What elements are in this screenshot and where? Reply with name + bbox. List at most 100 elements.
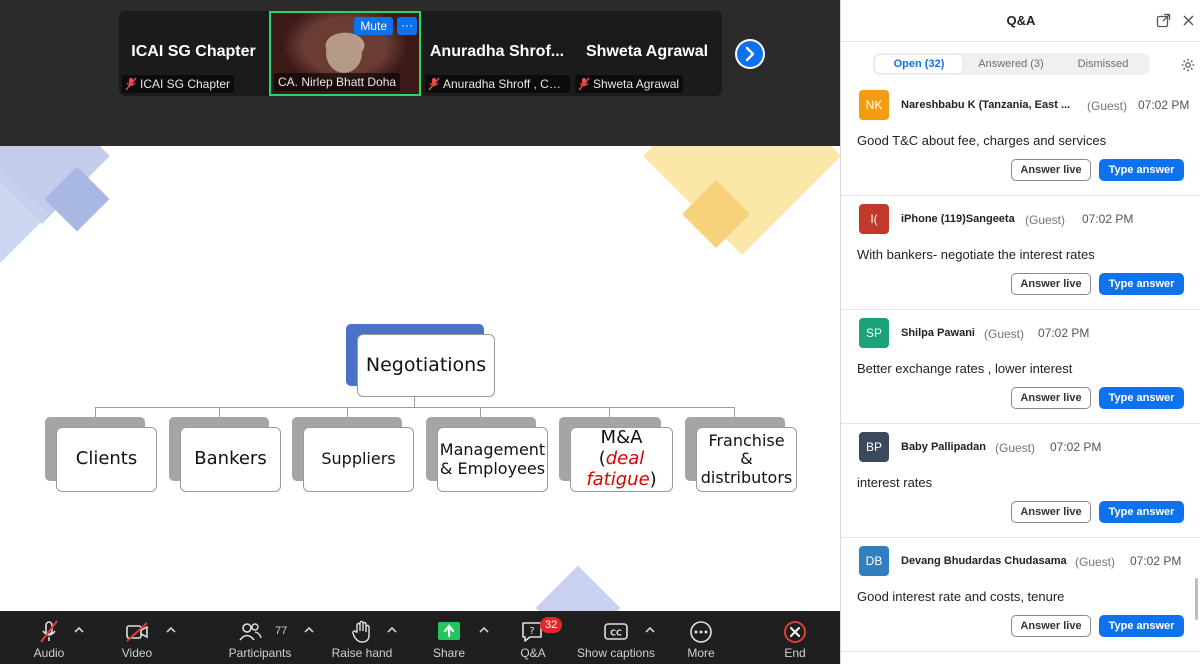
video-tile-shweta[interactable]: Shweta Agrawal Shweta Agrawal (572, 11, 722, 96)
chevron-up-icon[interactable] (644, 625, 656, 635)
question-text: Good T&C about fee, charges and services (857, 133, 1107, 148)
end-meeting-button[interactable]: End (772, 611, 818, 664)
participants-icon (239, 623, 262, 641)
node-management-employees: Management & Employees (437, 427, 548, 492)
question-time: 07:02 PM (1130, 554, 1182, 568)
audio-label: Audio (33, 646, 65, 660)
question-role: (Guest) (984, 327, 1025, 341)
tile-name-label: Shweta Agrawal (575, 75, 684, 93)
share-button[interactable]: Share (425, 611, 473, 664)
question-time: 07:02 PM (1138, 98, 1190, 112)
video-label: Video (121, 646, 153, 660)
question-role: (Guest) (1025, 213, 1066, 227)
decorative-diamond (643, 146, 840, 255)
more-dots-icon (690, 621, 712, 643)
question-author: Nareshbabu K (Tanzania, East ... (901, 99, 1071, 111)
node-bankers: Bankers (180, 427, 281, 492)
next-page-button[interactable] (735, 39, 765, 69)
share-label: Share (432, 646, 466, 660)
question-author: iPhone (119)Sangeeta (901, 213, 1015, 225)
tab-answered[interactable]: Answered (3) (967, 55, 1055, 73)
chevron-right-icon (745, 46, 755, 62)
mic-muted-icon (428, 77, 440, 91)
participants-label: Participants (228, 646, 292, 660)
answer-live-button[interactable]: Answer live (1011, 501, 1091, 523)
video-tile-anuradha[interactable]: Anuradha Shrof... Anuradha Shroff , Chai… (422, 11, 572, 96)
gallery-bar: ICAI SG Chapter ICAI SG Chapter Mute ···… (0, 0, 840, 146)
qa-panel: Q&A Open (32) Answered (3) Dismissed NK … (840, 0, 1200, 664)
tile-name-label: Anuradha Shroff , Chai... (425, 75, 570, 93)
zoom-window: ICAI SG Chapter ICAI SG Chapter Mute ···… (0, 0, 1200, 664)
question-item: DB Devang Bhudardas Chudasama (Guest) 07… (841, 538, 1200, 652)
video-tile-strip: ICAI SG Chapter ICAI SG Chapter Mute ···… (119, 11, 722, 96)
question-text: Better exchange rates , lower interest (857, 361, 1073, 376)
question-author: Baby Pallipadan (901, 441, 986, 453)
tile-display-name: ICAI SG Chapter (131, 43, 256, 60)
video-tile-icai[interactable]: ICAI SG Chapter ICAI SG Chapter (119, 11, 268, 96)
show-captions-button[interactable]: CC Show captions (576, 611, 656, 664)
mute-participant-button[interactable]: Mute (354, 17, 393, 35)
more-button[interactable]: More (678, 611, 724, 664)
hand-icon (352, 620, 370, 643)
tile-name-label: ICAI SG Chapter (122, 75, 235, 93)
question-role: (Guest) (995, 441, 1036, 455)
mic-muted-icon (578, 77, 590, 91)
raise-hand-label: Raise hand (331, 646, 393, 660)
audio-button[interactable]: Audio (22, 611, 76, 664)
participants-button[interactable]: 77 Participants (224, 611, 296, 664)
question-author: Shilpa Pawani (901, 327, 975, 339)
mic-muted-icon (125, 77, 137, 91)
chevron-up-icon[interactable] (478, 625, 490, 635)
chevron-up-icon[interactable] (165, 625, 177, 635)
type-answer-button[interactable]: Type answer (1099, 273, 1184, 295)
node-m-and-a: M&A (deal fatigue) (570, 427, 673, 492)
video-button[interactable]: Video (110, 611, 164, 664)
qa-label: Q&A (520, 646, 546, 660)
question-text: With bankers- negotiate the interest rat… (857, 247, 1095, 262)
avatar: DB (859, 546, 889, 576)
avatar: BP (859, 432, 889, 462)
tile-more-button[interactable]: ··· (397, 17, 417, 35)
qa-header: Q&A (841, 0, 1200, 42)
chevron-up-icon[interactable] (303, 625, 315, 635)
question-text: interest rates (857, 475, 933, 490)
video-tile-active-speaker[interactable]: Mute ··· CA. Nirlep Bhatt Doha (269, 11, 421, 96)
raise-hand-button[interactable]: Raise hand (330, 611, 394, 664)
question-text: Good interest rate and costs, tenure (857, 589, 1065, 604)
question-time: 07:02 PM (1038, 326, 1090, 340)
closed-captions-icon: CC (604, 623, 628, 640)
node-franchise-distributors: Franchise & distributors (696, 427, 797, 492)
answer-live-button[interactable]: Answer live (1011, 273, 1091, 295)
meeting-area: ICAI SG Chapter ICAI SG Chapter Mute ···… (0, 0, 840, 664)
chevron-up-icon[interactable] (386, 625, 398, 635)
type-answer-button[interactable]: Type answer (1099, 615, 1184, 637)
tab-dismissed[interactable]: Dismissed (1059, 55, 1147, 73)
question-role: (Guest) (1075, 555, 1116, 569)
question-time: 07:02 PM (1082, 212, 1134, 226)
question-item: SP Shilpa Pawani (Guest) 07:02 PM Better… (841, 310, 1200, 424)
node-suppliers: Suppliers (303, 427, 414, 492)
more-label: More (687, 646, 715, 660)
tab-open[interactable]: Open (32) (875, 55, 963, 73)
qa-scrollbar[interactable] (1195, 578, 1198, 620)
node-clients: Clients (56, 427, 157, 492)
qa-count-badge: 32 (540, 617, 563, 633)
shared-slide: Negotiations Clients Bankers Suppliers M… (0, 146, 840, 611)
type-answer-button[interactable]: Type answer (1099, 501, 1184, 523)
type-answer-button[interactable]: Type answer (1099, 159, 1184, 181)
pop-out-icon[interactable] (1156, 13, 1171, 28)
tile-display-name: Anuradha Shrof... (429, 43, 565, 60)
svg-text:CC: CC (610, 629, 622, 638)
answer-live-button[interactable]: Answer live (1011, 159, 1091, 181)
camera-off-icon (126, 622, 148, 642)
type-answer-button[interactable]: Type answer (1099, 387, 1184, 409)
question-item: BP Baby Pallipadan (Guest) 07:02 PM inte… (841, 424, 1200, 538)
decorative-diamond (535, 565, 621, 611)
gear-icon[interactable] (1181, 58, 1195, 72)
close-icon[interactable] (1182, 14, 1195, 27)
share-screen-icon (438, 622, 460, 640)
end-call-icon (784, 621, 806, 643)
answer-live-button[interactable]: Answer live (1011, 387, 1091, 409)
chevron-up-icon[interactable] (73, 625, 85, 635)
answer-live-button[interactable]: Answer live (1011, 615, 1091, 637)
